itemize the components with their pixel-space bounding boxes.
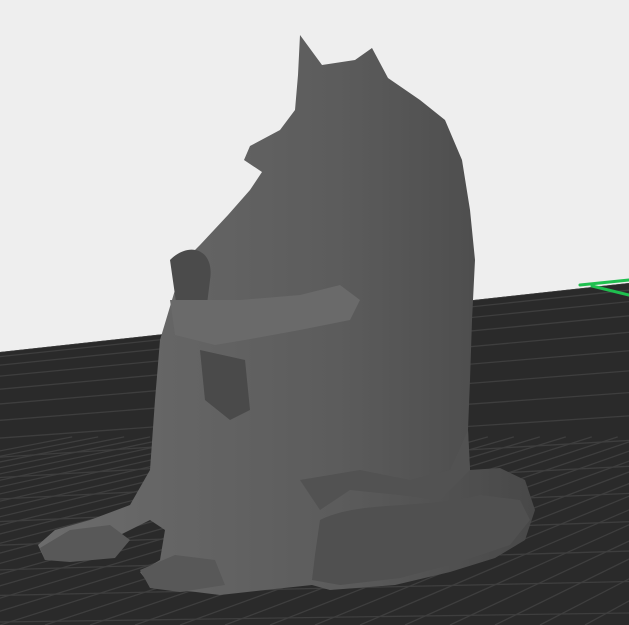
scene: [0, 35, 629, 625]
3d-viewport[interactable]: [0, 0, 629, 625]
